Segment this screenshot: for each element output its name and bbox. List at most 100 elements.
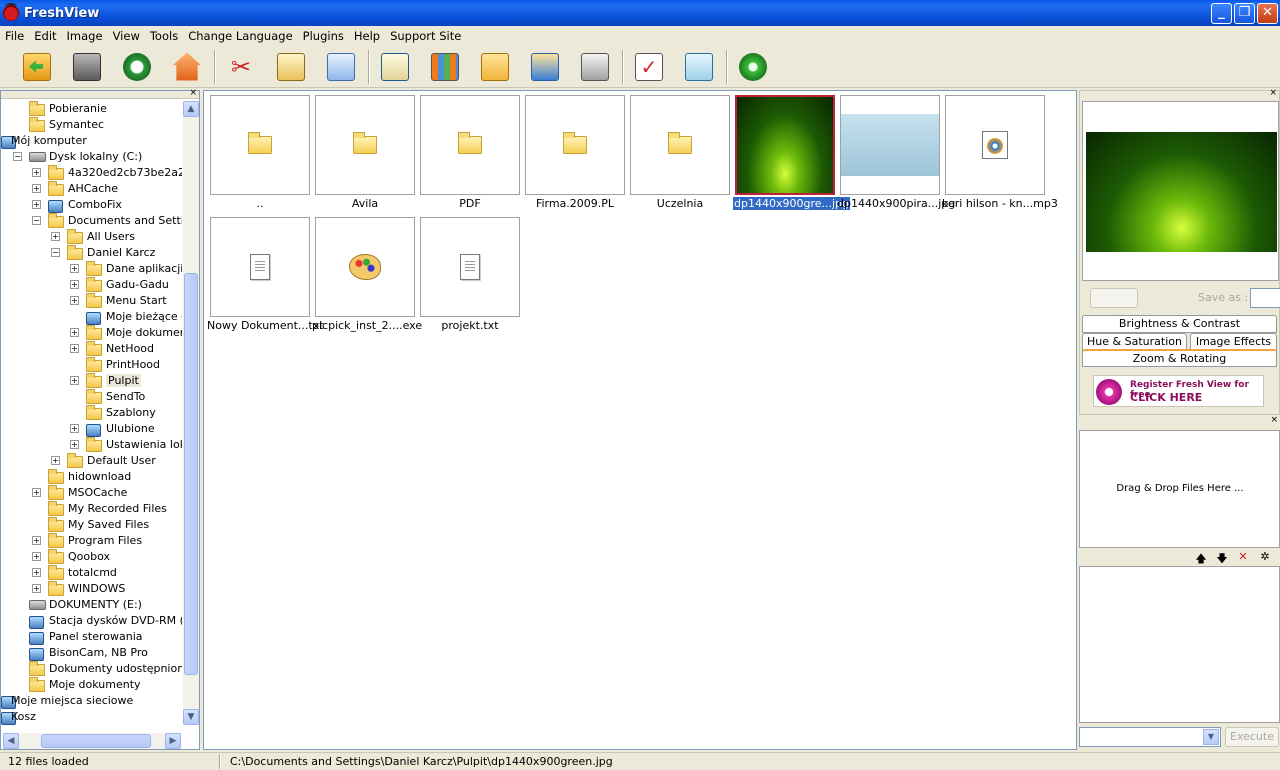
- thumbnail-item[interactable]: [420, 217, 520, 317]
- thumbnail-item[interactable]: [525, 95, 625, 195]
- expand-icon[interactable]: +: [32, 584, 41, 593]
- tree-item[interactable]: hidownload: [1, 469, 181, 485]
- expand-icon[interactable]: +: [70, 344, 79, 353]
- tree-item[interactable]: + totalcmd: [1, 565, 181, 581]
- clear-all-icon[interactable]: ✲: [1258, 550, 1272, 563]
- scroll-thumb[interactable]: [41, 734, 151, 748]
- thumbnail-item[interactable]: [630, 95, 730, 195]
- slideshow-icon[interactable]: [426, 48, 464, 86]
- tree-item[interactable]: + WINDOWS: [1, 581, 181, 597]
- title-bar[interactable]: FreshView _ ❐ ✕: [0, 0, 1280, 26]
- gallery-icon[interactable]: [476, 48, 514, 86]
- menu-edit[interactable]: Edit: [29, 26, 61, 46]
- tree-item[interactable]: + MSOCache: [1, 485, 181, 501]
- execute-button[interactable]: Execute: [1225, 727, 1279, 747]
- zoom-spinner[interactable]: [1090, 288, 1138, 308]
- thumbnail-item[interactable]: [420, 95, 520, 195]
- tree-item[interactable]: +4a320ed2cb73be2a2f0f9e: [1, 165, 182, 181]
- expand-icon[interactable]: +: [70, 328, 79, 337]
- tree-item[interactable]: Panel sterowania: [1, 629, 181, 645]
- expand-icon[interactable]: +: [70, 424, 79, 433]
- file-queue-list[interactable]: [1079, 566, 1280, 723]
- tree-item[interactable]: Symantec: [1, 117, 181, 133]
- tree-item[interactable]: PrintHood: [1, 357, 181, 373]
- thumbnail-item[interactable]: [945, 95, 1045, 195]
- tree-item[interactable]: + Ulubione: [1, 421, 181, 437]
- tree-item[interactable]: Moje miejsca sieciowe: [1, 693, 181, 709]
- tree-item[interactable]: + Gadu-Gadu: [1, 277, 181, 293]
- tree-item[interactable]: My Saved Files: [1, 517, 181, 533]
- expand-icon[interactable]: +: [32, 552, 41, 561]
- expand-icon[interactable]: +: [32, 168, 41, 177]
- chevron-down-icon[interactable]: ▼: [1203, 729, 1219, 745]
- expand-icon[interactable]: +: [70, 280, 79, 289]
- tree-item[interactable]: + Program Files: [1, 533, 181, 549]
- print-icon[interactable]: [576, 48, 614, 86]
- panel-close-icon[interactable]: ×: [189, 88, 197, 98]
- command-select[interactable]: ▼: [1079, 727, 1221, 747]
- thumbnail-item[interactable]: [210, 217, 310, 317]
- menu-tools[interactable]: Tools: [145, 26, 183, 46]
- chart-icon[interactable]: [680, 48, 718, 86]
- refresh-icon[interactable]: [118, 48, 156, 86]
- tree-item[interactable]: + Default User: [1, 453, 181, 469]
- menu-support-site[interactable]: Support Site: [385, 26, 466, 46]
- tree-item[interactable]: − Dysk lokalny (C:): [1, 149, 181, 165]
- up-folder-icon[interactable]: [18, 48, 56, 86]
- minimize-button[interactable]: _: [1211, 3, 1232, 24]
- tree-item[interactable]: BisonCam, NB Pro: [1, 645, 181, 661]
- tree-item[interactable]: Moje bieżące dokum: [1, 309, 182, 325]
- tree-item[interactable]: − Documents and Settings: [1, 213, 182, 229]
- panel-close-icon[interactable]: ×: [1270, 415, 1278, 425]
- tree-item[interactable]: Mój komputer: [1, 133, 181, 149]
- save-as-input[interactable]: [1250, 288, 1280, 308]
- menu-view[interactable]: View: [108, 26, 145, 46]
- tab-zoom-rotating[interactable]: Zoom & Rotating: [1082, 349, 1277, 367]
- scroll-up-icon[interactable]: ▲: [183, 101, 199, 117]
- tree-item[interactable]: My Recorded Files: [1, 501, 181, 517]
- checklist-icon[interactable]: ✓: [630, 48, 668, 86]
- home-icon[interactable]: [168, 48, 206, 86]
- expand-icon[interactable]: +: [70, 296, 79, 305]
- tree-item[interactable]: + Qoobox: [1, 549, 181, 565]
- maximize-button[interactable]: ❐: [1234, 3, 1255, 24]
- expand-icon[interactable]: +: [32, 200, 41, 209]
- tree-item[interactable]: + All Users: [1, 229, 181, 245]
- tree-item[interactable]: + Ustawienia lokalne: [1, 437, 182, 453]
- tree-item[interactable]: DOKUMENTY (E:): [1, 597, 181, 613]
- menu-help[interactable]: Help: [349, 26, 385, 46]
- scroll-right-icon[interactable]: ▶: [165, 733, 181, 749]
- register-banner[interactable]: Register Fresh View for free CLICK HERE: [1093, 375, 1264, 407]
- app-icon[interactable]: [3, 3, 19, 21]
- menu-image[interactable]: Image: [62, 26, 108, 46]
- tree-item[interactable]: + Dane aplikacji: [1, 261, 182, 277]
- collapse-icon[interactable]: −: [13, 152, 22, 161]
- scan-icon[interactable]: [68, 48, 106, 86]
- delete-icon[interactable]: ✕: [1236, 550, 1250, 563]
- scroll-down-icon[interactable]: ▼: [183, 709, 199, 725]
- thumbnail-item[interactable]: [210, 95, 310, 195]
- expand-icon[interactable]: +: [32, 568, 41, 577]
- copy-icon[interactable]: [322, 48, 360, 86]
- tree-item[interactable]: + AHCache: [1, 181, 181, 197]
- expand-icon[interactable]: +: [32, 488, 41, 497]
- expand-icon[interactable]: +: [70, 440, 79, 449]
- tab-brightness-contrast[interactable]: Brightness & Contrast: [1082, 315, 1277, 333]
- thumbnail-view[interactable]: .. Avila PDF Firma.2009.PL Uczelnia dp1440x90…: [203, 90, 1077, 750]
- tree-vertical-scrollbar[interactable]: ▲ ▼: [183, 101, 199, 725]
- tree-item[interactable]: + Menu Start: [1, 293, 181, 309]
- tree-item[interactable]: Stacja dysków DVD-RM (F:): [1, 613, 182, 629]
- drop-zone[interactable]: Drag & Drop Files Here ...: [1079, 430, 1280, 548]
- menu-file[interactable]: File: [0, 26, 29, 46]
- clipboard-icon[interactable]: [376, 48, 414, 86]
- tree-item[interactable]: Moje dokumenty: [1, 677, 181, 693]
- scroll-thumb[interactable]: [184, 273, 198, 675]
- tree-horizontal-scrollbar[interactable]: ◀ ▶: [3, 733, 181, 749]
- expand-icon[interactable]: +: [51, 232, 60, 241]
- collapse-icon[interactable]: −: [32, 216, 41, 225]
- thumbnail-item[interactable]: [315, 217, 415, 317]
- tree-item[interactable]: + ComboFix: [1, 197, 181, 213]
- close-button[interactable]: ✕: [1257, 3, 1278, 24]
- tree-item[interactable]: Szablony: [1, 405, 181, 421]
- panel-close-icon[interactable]: ×: [1269, 88, 1277, 98]
